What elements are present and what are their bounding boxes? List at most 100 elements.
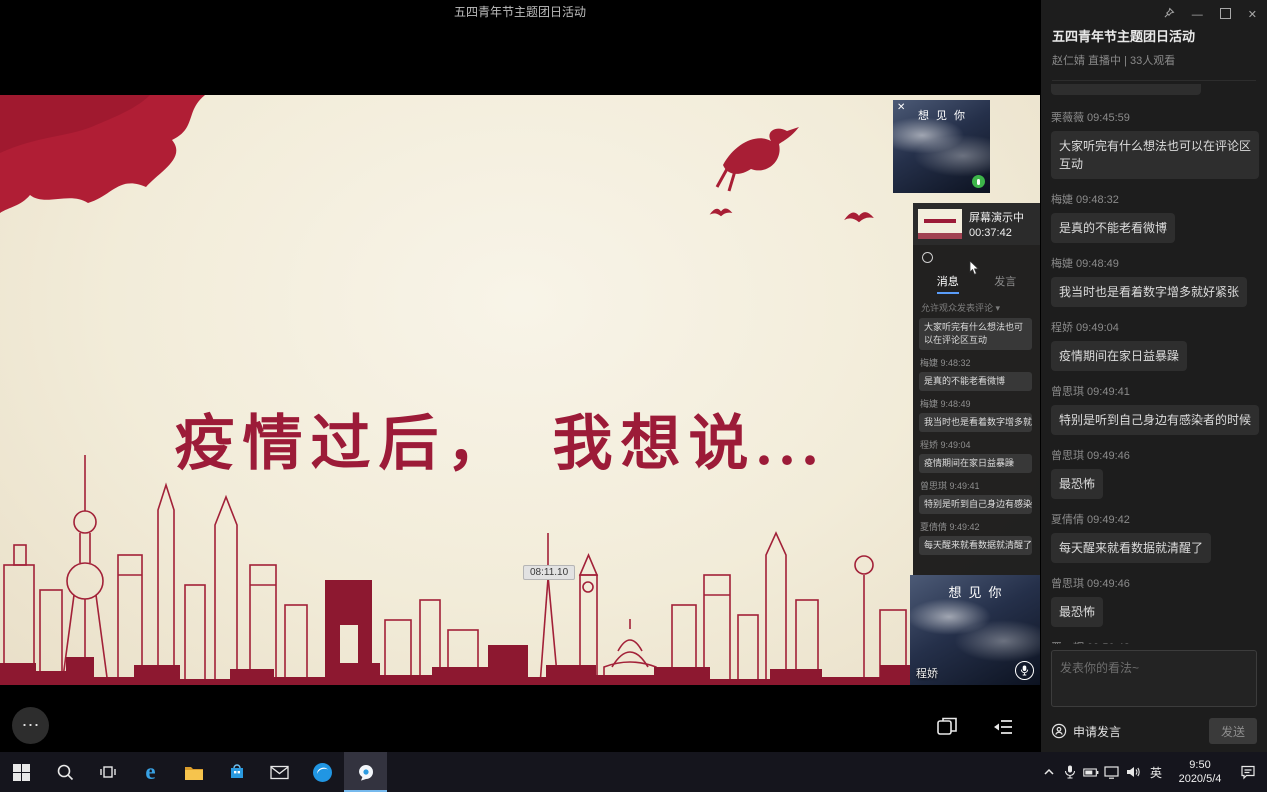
more-options-button[interactable]: ⋯	[12, 707, 49, 744]
message-author-time: 曾思琪 09:49:46	[1051, 575, 1259, 591]
sidebar-header: 五四青年节主题团日活动 赵仁婧 直播中 | 33人观看	[1052, 26, 1256, 81]
city-skyline-illustration	[0, 415, 1040, 685]
mini-chat-message: 夏倩倩 9:49:42每天醒来就看数据就清醒了	[919, 520, 1034, 555]
mail-button[interactable]	[258, 752, 301, 792]
battery-icon	[1083, 768, 1099, 777]
share-status-text: 屏幕演示中	[969, 209, 1024, 225]
send-button[interactable]: 发送	[1209, 718, 1257, 744]
presenter-name-label: 程娇	[916, 665, 938, 681]
red-flag-decoration	[0, 95, 240, 265]
taskbar-clock[interactable]: 9:50 2020/5/4	[1169, 752, 1231, 792]
mic-icon	[1064, 765, 1076, 779]
network-monitor-icon	[1104, 766, 1119, 779]
chat-message: 梅婕 09:48:49我当时也是看着数字增多就好紧张	[1051, 255, 1259, 307]
pin-icon[interactable]	[1163, 7, 1175, 22]
live-app-button[interactable]	[344, 752, 387, 792]
mini-message-bubble: 每天醒来就看数据就清醒了	[919, 536, 1032, 555]
tray-volume[interactable]	[1122, 752, 1143, 792]
video-poster-title: 想见你	[910, 582, 1040, 601]
layout-view-button[interactable]	[929, 709, 965, 745]
record-dot-icon	[922, 252, 933, 263]
comment-permission-text: 允许观众发表评论	[921, 303, 993, 313]
clock-date: 2020/5/4	[1179, 772, 1222, 786]
raise-hand-icon	[1051, 723, 1067, 739]
chat-message: 曾思琪 09:49:46 最恐怖	[1051, 575, 1259, 627]
maximize-icon[interactable]	[1220, 8, 1231, 22]
captured-chat-panel: 消息 发言 允许观众发表评论 ▾ 大家听完有什么想法也可以在评论区互动梅婕 9:…	[913, 245, 1040, 577]
mini-message-bubble: 我当时也是看着数字增多就好紧张	[919, 413, 1032, 432]
store-bag-icon	[228, 763, 246, 781]
start-button[interactable]	[0, 752, 43, 792]
stage-title: 五四青年节主题团日活动	[0, 3, 1040, 20]
tray-network[interactable]	[1101, 752, 1122, 792]
mini-chat-message: 程娇 9:49:04 疫情期间在家日益暴躁	[919, 438, 1034, 473]
mini-tab-messages: 消息	[937, 273, 959, 294]
input-language-indicator[interactable]: 英	[1143, 752, 1169, 792]
close-icon[interactable]: ✕	[1248, 9, 1257, 21]
minimize-icon[interactable]: —	[1192, 9, 1203, 21]
message-bubble: 最恐怖	[1051, 469, 1103, 499]
store-button[interactable]	[215, 752, 258, 792]
speaking-indicator-icon	[972, 175, 985, 188]
message-bubble: 最恐怖	[1051, 597, 1103, 627]
message-bubble: 大家听完有什么想法也可以在评论区互动	[1051, 131, 1259, 179]
apply-to-speak-label: 申请发言	[1073, 723, 1121, 740]
app-window: 五四青年节主题团日活动 疫情过后， 我想说...	[0, 0, 1267, 792]
live-title: 五四青年节主题团日活动	[1052, 26, 1256, 45]
taskbar: e	[0, 752, 1267, 792]
tray-microphone[interactable]	[1059, 752, 1080, 792]
chat-message-list[interactable]: 栗薇薇 09:45:59大家听完有什么想法也可以在评论区互动梅婕 09:48:3…	[1051, 84, 1259, 644]
chat-message: 严一辉 09:50:48五四争做新青年，敢为人先追求卓越	[1051, 639, 1259, 644]
live-app-icon	[356, 762, 376, 782]
microphone-icon	[1015, 661, 1034, 680]
mini-message-bubble: 疫情期间在家日益暴躁	[919, 454, 1032, 473]
task-view-icon	[99, 763, 117, 781]
window-controls: — ✕	[1163, 7, 1257, 22]
message-bubble: 是真的不能老看微博	[1051, 213, 1175, 243]
comment-composer	[1051, 650, 1257, 707]
message-bubble: 疫情期间在家日益暴躁	[1051, 341, 1187, 371]
mini-message-author-time: 程娇 9:49:04	[920, 438, 1034, 451]
message-author-time: 曾思琪 09:49:41	[1051, 383, 1259, 399]
mini-tab-speak: 发言	[994, 273, 1016, 294]
presenter-video-thumbnail[interactable]: 想见你 程娇	[910, 575, 1040, 685]
edge-browser-button[interactable]: e	[129, 752, 172, 792]
task-view-button[interactable]	[86, 752, 129, 792]
apply-to-speak-button[interactable]: 申请发言	[1051, 723, 1121, 740]
video-poster-title: 想见你	[893, 107, 990, 123]
message-author-time: 严一辉 09:50:48	[1051, 639, 1259, 644]
shared-screen-video[interactable]: 疫情过后， 我想说...	[0, 95, 1040, 685]
windows-logo-icon	[13, 764, 30, 781]
taskbar-search-button[interactable]	[43, 752, 86, 792]
share-preview-thumbnail	[918, 209, 962, 239]
tray-battery[interactable]	[1080, 752, 1101, 792]
bird-icon	[715, 125, 800, 195]
ellipsis-icon: ⋯	[22, 715, 40, 736]
hidden-icons-chevron[interactable]	[1038, 752, 1059, 792]
clipped-message-bubble	[1051, 84, 1201, 95]
comment-input[interactable]	[1051, 650, 1257, 707]
file-explorer-button[interactable]	[172, 752, 215, 792]
list-toggle-icon	[991, 715, 1015, 739]
action-center-button[interactable]	[1231, 752, 1265, 792]
mini-message-author-time: 曾思琪 9:49:41	[920, 479, 1034, 492]
edge-icon: e	[145, 759, 155, 785]
chat-message: 曾思琪 09:49:46 最恐怖	[1051, 447, 1259, 499]
browser-app-button[interactable]	[301, 752, 344, 792]
chat-message: 夏倩倩 09:49:42每天醒来就看数据就清醒了	[1051, 511, 1259, 563]
mini-chat-message: 大家听完有什么想法也可以在评论区互动	[919, 318, 1034, 350]
layout-view-icon	[935, 715, 959, 739]
chat-list-toggle-button[interactable]	[985, 709, 1021, 745]
mini-message-bubble: 特别是听到自己身边有感染者的时候	[919, 495, 1032, 514]
participant-video-thumbnail: ✕ 想见你	[893, 100, 990, 193]
bird-icon	[842, 205, 876, 231]
bird-icon	[708, 203, 734, 223]
timestamp-pill: 08:11.10	[523, 565, 575, 580]
caret-down-icon: ▾	[996, 303, 1001, 313]
mail-envelope-icon	[270, 765, 289, 780]
message-author-time: 曾思琪 09:49:46	[1051, 447, 1259, 463]
mini-chat-message: 梅婕 9:48:32是真的不能老看微博	[919, 356, 1034, 391]
message-author-time: 梅婕 09:48:49	[1051, 255, 1259, 271]
speaker-icon	[1126, 766, 1140, 778]
mini-chat-message-list: 大家听完有什么想法也可以在评论区互动梅婕 9:48:32是真的不能老看微博梅婕 …	[919, 318, 1034, 555]
